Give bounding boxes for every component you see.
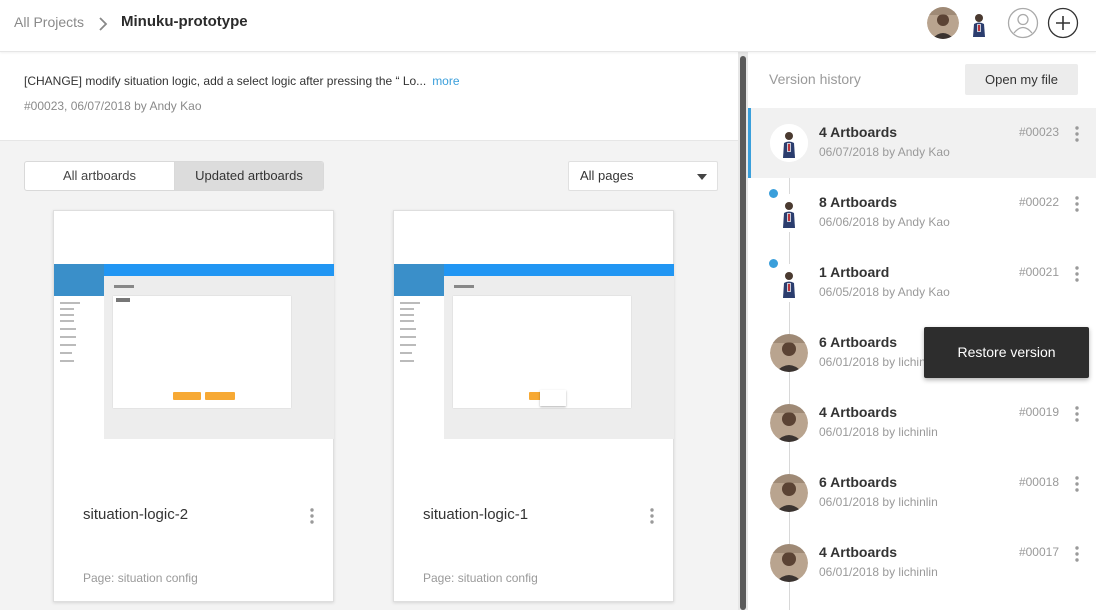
more-vertical-icon[interactable] (309, 507, 315, 525)
version-title: 4 Artboards (819, 544, 898, 560)
avatar (770, 404, 808, 442)
new-indicator-dot (769, 189, 778, 198)
version-item[interactable]: 1 Artboard 06/05/2018 by Andy Kao #00021 (748, 248, 1096, 318)
version-title: 4 Artboards (819, 404, 898, 420)
version-meta: 06/06/2018 by Andy Kao (819, 215, 950, 229)
user-profile-icon[interactable] (1007, 7, 1039, 39)
caret-down-icon (697, 174, 707, 180)
avatar (770, 194, 808, 232)
version-item[interactable]: 4 Artboards 06/01/2018 by lichinlin #000… (748, 528, 1096, 598)
version-meta: 06/01/2018 by lichinlin (819, 425, 938, 439)
breadcrumb-project-name: Minuku-prototype (121, 13, 248, 30)
artboard-card[interactable]: situation-logic-1 Page: situation config (393, 210, 674, 602)
tab-all-artboards[interactable]: All artboards (25, 162, 174, 190)
page-select-value: All pages (580, 168, 634, 183)
version-item[interactable]: 6 Artboards 06/01/2018 by lichinlin #000… (748, 458, 1096, 528)
artboard-page: Page: situation config (83, 571, 198, 585)
version-number: #00018 (1018, 475, 1059, 489)
version-number: #00019 (1018, 405, 1059, 419)
version-number: #00022 (1018, 195, 1059, 209)
avatar (770, 264, 808, 302)
version-title: 8 Artboards (819, 194, 898, 210)
commit-meta: #00023, 06/07/2018 by Andy Kao (24, 99, 202, 113)
version-meta: 06/05/2018 by Andy Kao (819, 285, 950, 299)
version-meta: 06/07/2018 by Andy Kao (819, 145, 950, 159)
new-indicator-dot (769, 259, 778, 268)
artboard-name: situation-logic-1 (423, 506, 529, 523)
artboard-page: Page: situation config (423, 571, 538, 585)
version-meta: 06/01/2018 by lichinlin (819, 565, 938, 579)
chevron-right-icon (99, 17, 108, 31)
version-item[interactable]: 8 Artboards 06/06/2018 by Andy Kao #0002… (748, 178, 1096, 248)
collaborator-avatar[interactable] (965, 9, 993, 39)
version-meta: 06/01/2018 by lichinlin (819, 355, 938, 369)
version-meta: 06/01/2018 by lichinlin (819, 495, 938, 509)
artboard-filter-tabs: All artboards Updated artboards (24, 161, 324, 191)
breadcrumb-all-projects[interactable]: All Projects (14, 14, 84, 30)
scrollbar-thumb[interactable] (740, 56, 746, 610)
avatar (770, 124, 808, 162)
more-vertical-icon[interactable] (1074, 125, 1080, 143)
commit-info: [CHANGE] modify situation logic, add a s… (0, 52, 738, 141)
more-vertical-icon[interactable] (649, 507, 655, 525)
version-item[interactable]: 4 Artboards 06/01/2018 by lichinlin #000… (748, 388, 1096, 458)
version-number: #00021 (1018, 265, 1059, 279)
artboard-thumbnail (394, 264, 674, 439)
more-vertical-icon[interactable] (1074, 405, 1080, 423)
top-bar: All Projects Minuku-prototype (0, 0, 1096, 52)
version-title: 6 Artboards (819, 474, 898, 490)
version-number: #00017 (1018, 545, 1059, 559)
avatar (770, 334, 808, 372)
more-link[interactable]: more (432, 74, 459, 88)
more-vertical-icon[interactable] (1074, 265, 1080, 283)
version-number: #00023 (1018, 125, 1059, 139)
collaborator-avatar[interactable] (927, 7, 959, 39)
artboards-pane: [CHANGE] modify situation logic, add a s… (0, 52, 738, 610)
page-select-dropdown[interactable]: All pages (568, 161, 718, 191)
version-title: 6 Artboards (819, 334, 898, 350)
add-icon[interactable] (1047, 7, 1079, 39)
version-history-title: Version history (769, 71, 861, 87)
restore-version-button[interactable]: Restore version (924, 327, 1089, 378)
version-title: 4 Artboards (819, 124, 898, 140)
artboard-card[interactable]: situation-logic-2 Page: situation config (53, 210, 334, 602)
more-vertical-icon[interactable] (1074, 545, 1080, 563)
commit-message: [CHANGE] modify situation logic, add a s… (24, 74, 427, 88)
tab-updated-artboards[interactable]: Updated artboards (174, 162, 323, 190)
artboard-thumbnail (54, 264, 334, 439)
avatar (770, 474, 808, 512)
version-item[interactable]: 4 Artboards 06/07/2018 by Andy Kao #0002… (748, 108, 1096, 178)
artboard-name: situation-logic-2 (83, 506, 189, 523)
avatar (770, 544, 808, 582)
more-vertical-icon[interactable] (1074, 195, 1080, 213)
open-my-file-button[interactable]: Open my file (965, 64, 1078, 95)
version-title: 1 Artboard (819, 264, 890, 280)
more-vertical-icon[interactable] (1074, 475, 1080, 493)
